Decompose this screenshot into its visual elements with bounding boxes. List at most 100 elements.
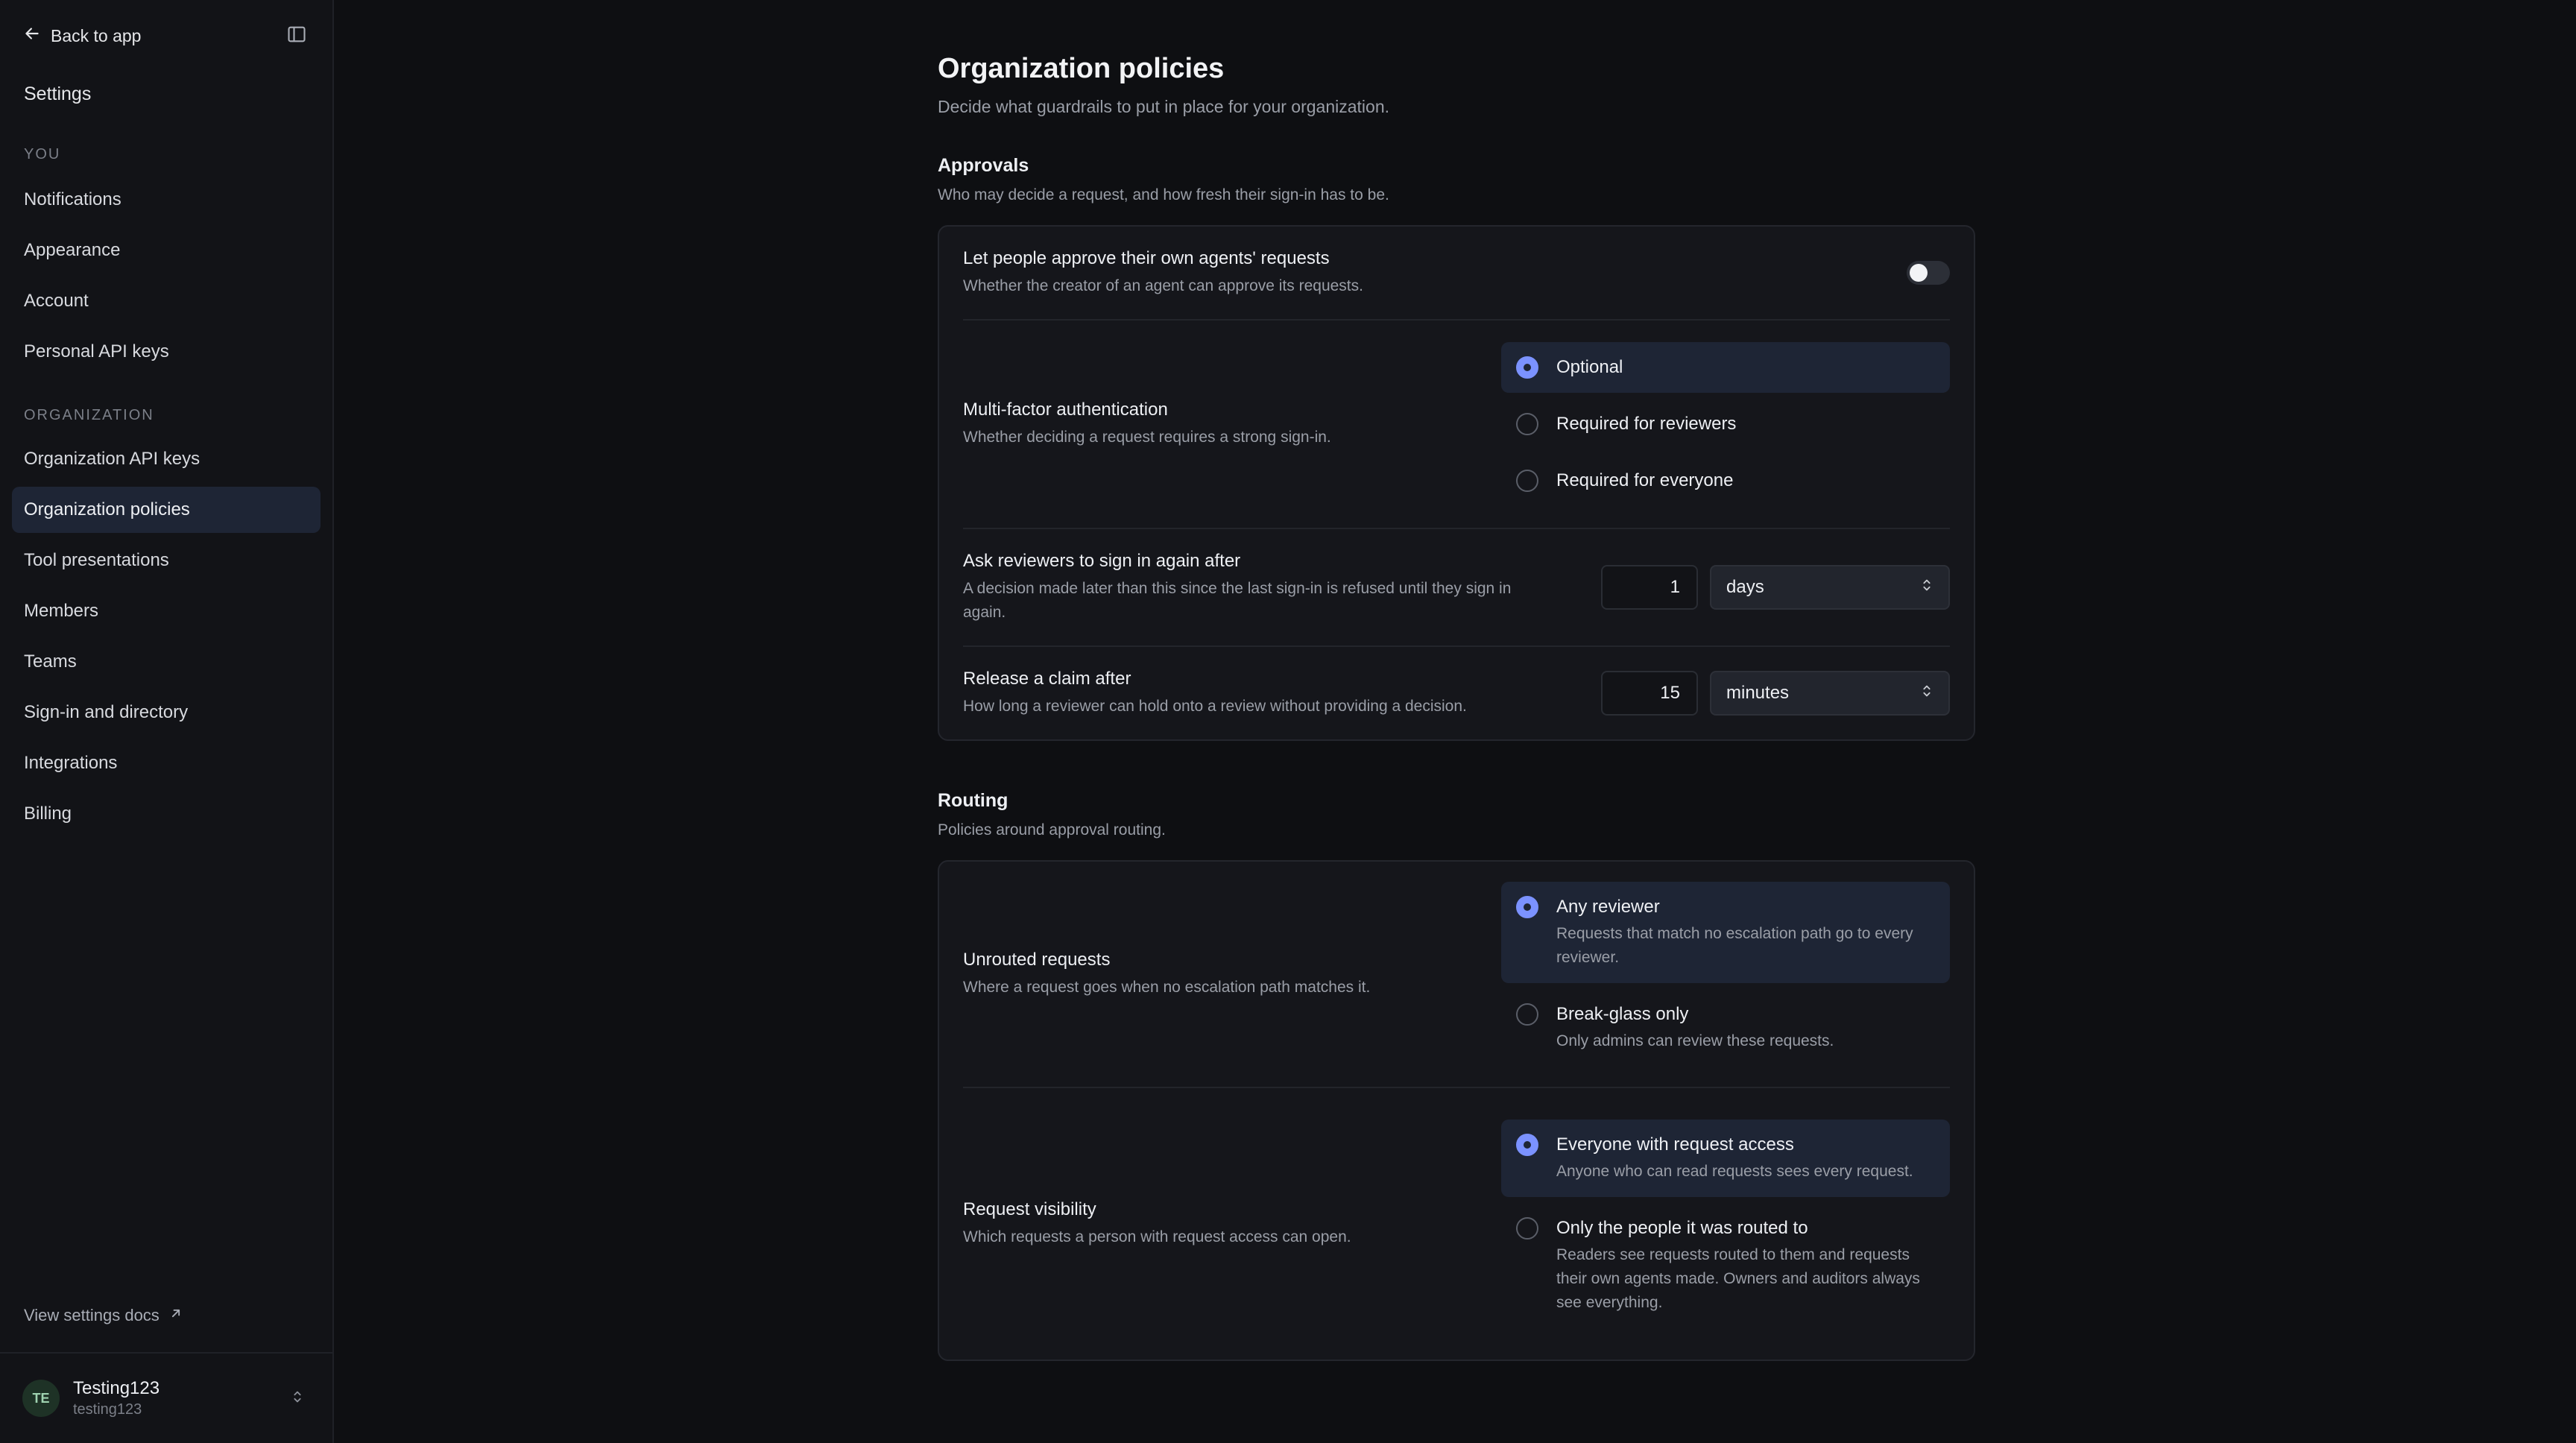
reauth-text: Ask reviewers to sign in again after A d… <box>963 550 1559 625</box>
radio-body: Only the people it was routed to Readers… <box>1556 1216 1935 1315</box>
radio-body: Everyone with request access Anyone who … <box>1556 1133 1913 1184</box>
radio-selected-icon <box>1516 896 1538 918</box>
radio-selected-icon <box>1516 1134 1538 1156</box>
radio-unselected-icon <box>1516 1003 1538 1026</box>
reauth-duration: 1 days <box>1601 565 1950 610</box>
reauth-unit-select[interactable]: days <box>1710 565 1950 610</box>
page-subtitle: Decide what guardrails to put in place f… <box>938 97 1390 116</box>
docs-link-label: View settings docs <box>24 1306 160 1324</box>
radio-label: Only the people it was routed to <box>1556 1218 1808 1238</box>
section-label-organization: ORGANIZATION <box>24 407 154 423</box>
radio-desc: Requests that match no escalation path g… <box>1556 925 1913 966</box>
view-settings-docs-link[interactable]: View settings docs <box>24 1306 183 1325</box>
radio-label: Break-glass only <box>1556 1004 1689 1024</box>
user-handle: testing123 <box>73 1401 142 1418</box>
app-root: Back to app Settings YOU Notifications A… <box>0 0 2576 1443</box>
nav-you: Notifications Appearance Account Persona… <box>12 177 321 379</box>
sidebar-item-account[interactable]: Account <box>12 278 321 324</box>
mfa-row: Multi-factor authentication Whether deci… <box>963 321 1950 529</box>
radio-body: Optional <box>1556 356 1623 379</box>
approvals-card: Let people approve their own agents' req… <box>938 225 1975 741</box>
visibility-option-routed-only[interactable]: Only the people it was routed to Readers… <box>1501 1203 1950 1328</box>
sidebar-item-billing[interactable]: Billing <box>12 791 321 837</box>
self-approve-text: Let people approve their own agents' req… <box>963 247 1907 298</box>
radio-body: Any reviewer Requests that match no esca… <box>1556 895 1935 970</box>
approvals-description: Who may decide a request, and how fresh … <box>938 186 1389 203</box>
routing-section: Routing Policies around approval routing… <box>938 789 1975 1361</box>
unrouted-option-break-glass-only[interactable]: Break-glass only Only admins can review … <box>1501 989 1950 1067</box>
approvals-section: Approvals Who may decide a request, and … <box>938 154 1975 741</box>
sidebar-item-tool-presentations[interactable]: Tool presentations <box>12 537 321 584</box>
mfa-desc: Whether deciding a request requires a st… <box>963 429 1331 446</box>
select-value: minutes <box>1726 683 1790 703</box>
external-link-icon <box>168 1306 183 1325</box>
radio-label: Optional <box>1556 357 1623 377</box>
mfa-option-required-for-reviewers[interactable]: Required for reviewers <box>1501 399 1950 449</box>
claim-unit-select[interactable]: minutes <box>1710 671 1950 716</box>
reauth-row: Ask reviewers to sign in again after A d… <box>963 529 1950 647</box>
user-divider <box>0 1352 332 1354</box>
radio-desc: Readers see requests routed to them and … <box>1556 1246 1920 1311</box>
self-approve-toggle[interactable] <box>1907 261 1950 285</box>
sidebar-item-members[interactable]: Members <box>12 588 321 634</box>
sidebar-item-organization-api-keys[interactable]: Organization API keys <box>12 436 321 482</box>
user-menu[interactable]: TE Testing123 testing123 <box>22 1376 306 1421</box>
policies-content: Organization policies Decide what guardr… <box>938 52 1975 1361</box>
sidebar-item-notifications[interactable]: Notifications <box>12 177 321 223</box>
section-label-you: YOU <box>24 146 61 162</box>
radio-selected-icon <box>1516 356 1538 379</box>
unrouted-option-any-reviewer[interactable]: Any reviewer Requests that match no esca… <box>1501 882 1950 983</box>
nav-organization: Organization API keys Organization polic… <box>12 436 321 842</box>
mfa-radio-group: Optional Required for reviewers Required… <box>1501 342 1950 506</box>
mfa-title: Multi-factor authentication <box>963 400 1168 420</box>
back-to-app-link[interactable]: Back to app <box>22 24 141 48</box>
unrouted-row: Unrouted requests Where a request goes w… <box>963 862 1950 1088</box>
radio-body: Break-glass only Only admins can review … <box>1556 1002 1834 1053</box>
visibility-title: Request visibility <box>963 1199 1096 1219</box>
chevron-up-down-icon <box>1920 683 1933 704</box>
unrouted-radio-group: Any reviewer Requests that match no esca… <box>1501 882 1950 1067</box>
radio-unselected-icon <box>1516 413 1538 435</box>
visibility-option-everyone[interactable]: Everyone with request access Anyone who … <box>1501 1120 1950 1197</box>
mfa-option-optional[interactable]: Optional <box>1501 342 1950 393</box>
radio-desc: Only admins can review these requests. <box>1556 1032 1834 1049</box>
radio-label: Required for everyone <box>1556 470 1734 490</box>
user-name: Testing123 <box>73 1378 160 1398</box>
sidebar-item-integrations[interactable]: Integrations <box>12 740 321 786</box>
arrow-left-icon <box>22 24 42 48</box>
select-value: days <box>1726 577 1764 597</box>
mfa-option-required-for-everyone[interactable]: Required for everyone <box>1501 455 1950 506</box>
user-info: Testing123 testing123 <box>73 1377 289 1419</box>
claim-text: Release a claim after How long a reviewe… <box>963 668 1601 719</box>
claim-value-input[interactable]: 15 <box>1601 671 1698 716</box>
sidebar-item-teams[interactable]: Teams <box>12 639 321 685</box>
visibility-desc: Which requests a person with request acc… <box>963 1228 1351 1245</box>
sidebar-title: Settings <box>24 83 92 104</box>
self-approve-title: Let people approve their own agents' req… <box>963 248 1330 268</box>
routing-description: Policies around approval routing. <box>938 821 1166 839</box>
self-approve-row: Let people approve their own agents' req… <box>963 227 1950 321</box>
chevron-up-down-icon <box>289 1389 306 1409</box>
back-to-app-label: Back to app <box>51 25 142 45</box>
claim-duration: 15 minutes <box>1601 671 1950 716</box>
visibility-row: Request visibility Which requests a pers… <box>963 1088 1950 1360</box>
sidebar-item-sign-in-and-directory[interactable]: Sign-in and directory <box>12 689 321 736</box>
radio-label: Everyone with request access <box>1556 1134 1794 1155</box>
toggle-knob <box>1910 264 1928 282</box>
sidebar-toggle-icon[interactable] <box>286 24 307 48</box>
claim-title: Release a claim after <box>963 669 1131 689</box>
radio-desc: Anyone who can read requests sees every … <box>1556 1163 1913 1180</box>
sidebar-item-personal-api-keys[interactable]: Personal API keys <box>12 329 321 375</box>
claim-desc: How long a reviewer can hold onto a revi… <box>963 698 1467 715</box>
radio-unselected-icon <box>1516 1217 1538 1240</box>
sidebar-item-organization-policies[interactable]: Organization policies <box>12 487 321 533</box>
routing-card: Unrouted requests Where a request goes w… <box>938 860 1975 1361</box>
unrouted-text: Unrouted requests Where a request goes w… <box>963 949 1501 1000</box>
reauth-value-input[interactable]: 1 <box>1601 565 1698 610</box>
visibility-radio-group: Everyone with request access Anyone who … <box>1501 1120 1950 1328</box>
radio-body: Required for everyone <box>1556 469 1733 493</box>
chevron-up-down-icon <box>1920 577 1933 599</box>
unrouted-title: Unrouted requests <box>963 950 1111 970</box>
sidebar-header: Back to app <box>22 22 307 49</box>
sidebar-item-appearance[interactable]: Appearance <box>12 227 321 274</box>
